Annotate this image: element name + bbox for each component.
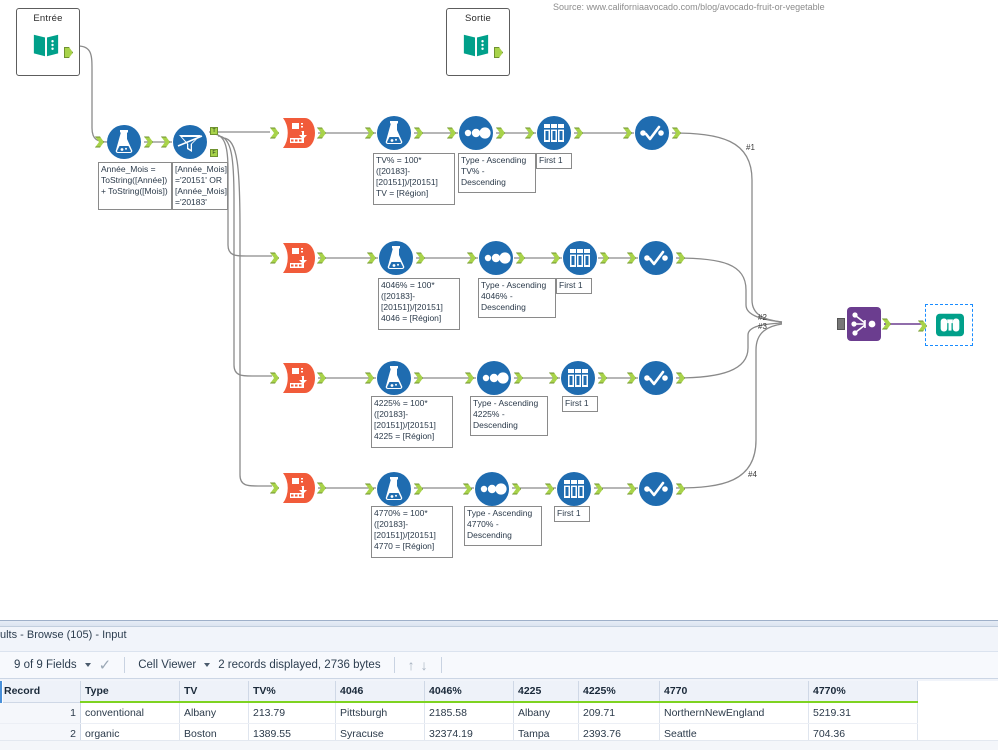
formula-3-annotation: 4225% = 100* ([20183]- [20151])/[20151] … <box>371 396 453 448</box>
formula-head-annotation: Année_Mois = ToString([Année]) + ToStrin… <box>98 162 172 210</box>
connection-label-1: #1 <box>746 143 755 152</box>
container-sortie-label: Sortie <box>464 13 492 24</box>
formula-tool-1[interactable] <box>365 115 423 151</box>
sort-2-annotation: Type - Ascending 4046% - Descending <box>478 278 556 318</box>
container-sortie[interactable]: Sortie <box>446 8 510 76</box>
cell-4046pct[interactable]: 2185.58 <box>424 702 514 724</box>
records-displayed-label: 2 records displayed, 2736 bytes <box>218 659 381 671</box>
cell-type[interactable]: conventional <box>80 702 180 724</box>
select-tool-2[interactable] <box>627 240 685 276</box>
cell-4770pct[interactable]: 5219.31 <box>808 702 918 724</box>
col-tvpct[interactable]: TV% <box>248 681 336 703</box>
col-4225[interactable]: 4225 <box>513 681 579 703</box>
select-tool-1[interactable] <box>623 115 681 151</box>
col-4225pct[interactable]: 4225% <box>578 681 660 703</box>
formula-tool-2[interactable] <box>367 240 425 276</box>
grid-bottom-filler <box>0 740 998 750</box>
col-4046pct[interactable]: 4046% <box>424 681 514 703</box>
results-toolbar[interactable]: 9 of 9 Fields ✓ Cell Viewer 2 records di… <box>0 651 998 679</box>
col-4770pct[interactable]: 4770% <box>808 681 918 703</box>
sort-tool-1[interactable] <box>447 115 505 151</box>
select-tool-3[interactable] <box>627 360 685 396</box>
cell-record: 1 <box>0 702 81 724</box>
formula-tool-head[interactable] <box>95 124 153 160</box>
transpose-tool-1[interactable] <box>270 116 326 150</box>
select-tool-4[interactable] <box>627 471 685 507</box>
toolbar-divider-3 <box>440 657 442 673</box>
col-record[interactable]: Record <box>0 681 81 703</box>
col-4046[interactable]: 4046 <box>335 681 425 703</box>
sort-1-annotation: Type - Ascending TV% - Descending <box>458 153 536 193</box>
formula-2-annotation: 4046% = 100* ([20183]- [20151])/[20151] … <box>378 278 460 330</box>
workflow-canvas[interactable]: Entrée Sortie Source: www.californiaavoc… <box>0 0 998 620</box>
sort-tool-2[interactable] <box>467 240 525 276</box>
transpose-tool-2[interactable] <box>270 241 326 275</box>
cell-4225pct[interactable]: 209.71 <box>578 702 660 724</box>
grid-row-selector-edge[interactable] <box>0 681 3 703</box>
check-icon[interactable]: ✓ <box>99 658 112 673</box>
union-tool[interactable] <box>837 307 891 341</box>
cell-tvpct[interactable]: 213.79 <box>248 702 336 724</box>
arrow-up-icon[interactable]: ↑ <box>408 658 415 672</box>
connection-label-4: #4 <box>748 470 757 479</box>
toolbar-divider-2 <box>393 657 395 673</box>
sort-tool-3[interactable] <box>465 360 523 396</box>
formula-tool-4[interactable] <box>365 471 423 507</box>
sort-tool-4[interactable] <box>463 471 521 507</box>
sort-3-annotation: Type - Ascending 4225% - Descending <box>470 396 548 436</box>
toolbar-divider-1 <box>124 657 126 673</box>
fields-count-label[interactable]: 9 of 9 Fields <box>14 659 77 671</box>
container-entree-label: Entrée <box>33 13 63 24</box>
sample-tool-3[interactable] <box>549 360 607 396</box>
connection-label-2: #2 <box>758 313 767 322</box>
col-4770[interactable]: 4770 <box>659 681 809 703</box>
binoculars-icon <box>935 311 965 342</box>
transpose-tool-4[interactable] <box>270 471 326 505</box>
results-pane[interactable]: ults - Browse (105) - Input 9 of 9 Field… <box>0 620 998 750</box>
transpose-tool-3[interactable] <box>270 361 326 395</box>
sample-3-annotation: First 1 <box>562 396 598 412</box>
sort-4-annotation: Type - Ascending 4770% - Descending <box>464 506 542 546</box>
sample-tool-2[interactable] <box>551 240 609 276</box>
results-title: ults - Browse (105) - Input <box>0 629 127 641</box>
filter-tool-head[interactable]: T F <box>161 124 218 160</box>
results-table[interactable]: Record Type TV TV% 4046 4046% 4225 4225%… <box>0 681 918 745</box>
source-note: Source: www.californiaavocado.com/blog/a… <box>553 2 825 12</box>
container-entree[interactable]: Entrée <box>16 8 80 76</box>
arrow-down-icon[interactable]: ↓ <box>421 658 428 672</box>
table-row[interactable]: 1 conventional Albany 213.79 Pittsburgh … <box>0 702 918 724</box>
viewer-chevron-down-icon[interactable] <box>204 663 211 667</box>
input-data-icon[interactable] <box>31 31 73 59</box>
results-splitter[interactable] <box>0 621 998 627</box>
browse-tool[interactable] <box>918 304 973 346</box>
entree-output-anchor[interactable] <box>64 47 73 58</box>
sortie-output-anchor[interactable] <box>494 47 503 58</box>
output-data-icon[interactable] <box>461 31 503 59</box>
fields-chevron-down-icon[interactable] <box>84 663 91 667</box>
col-type[interactable]: Type <box>80 681 180 703</box>
cell-4046[interactable]: Pittsburgh <box>335 702 425 724</box>
filter-head-true-anchor[interactable]: T <box>210 127 218 135</box>
sample-2-annotation: First 1 <box>556 278 592 294</box>
sample-tool-1[interactable] <box>525 115 583 151</box>
sample-1-annotation: First 1 <box>536 153 572 169</box>
formula-4-annotation: 4770% = 100* ([20183]- [20151])/[20151] … <box>371 506 453 558</box>
cell-tv[interactable]: Albany <box>179 702 249 724</box>
table-header-row: Record Type TV TV% 4046 4046% 4225 4225%… <box>0 681 918 703</box>
union-input-anchor[interactable] <box>837 318 845 330</box>
filter-head-annotation: [Année_Mois] ='20151' OR [Année_Mois] ='… <box>172 162 228 210</box>
sample-4-annotation: First 1 <box>554 506 590 522</box>
results-grid[interactable]: Record Type TV TV% 4046 4046% 4225 4225%… <box>0 681 998 749</box>
col-tv[interactable]: TV <box>179 681 249 703</box>
connection-label-3: #3 <box>758 322 767 331</box>
formula-1-annotation: TV% = 100* ([20183]- [20151])/[20151] TV… <box>373 153 455 205</box>
filter-head-false-anchor[interactable]: F <box>210 149 218 157</box>
sample-tool-4[interactable] <box>545 471 603 507</box>
cell-4225[interactable]: Albany <box>513 702 579 724</box>
formula-tool-3[interactable] <box>365 360 423 396</box>
cell-viewer-label[interactable]: Cell Viewer <box>138 659 196 671</box>
cell-4770[interactable]: NorthernNewEngland <box>659 702 809 724</box>
